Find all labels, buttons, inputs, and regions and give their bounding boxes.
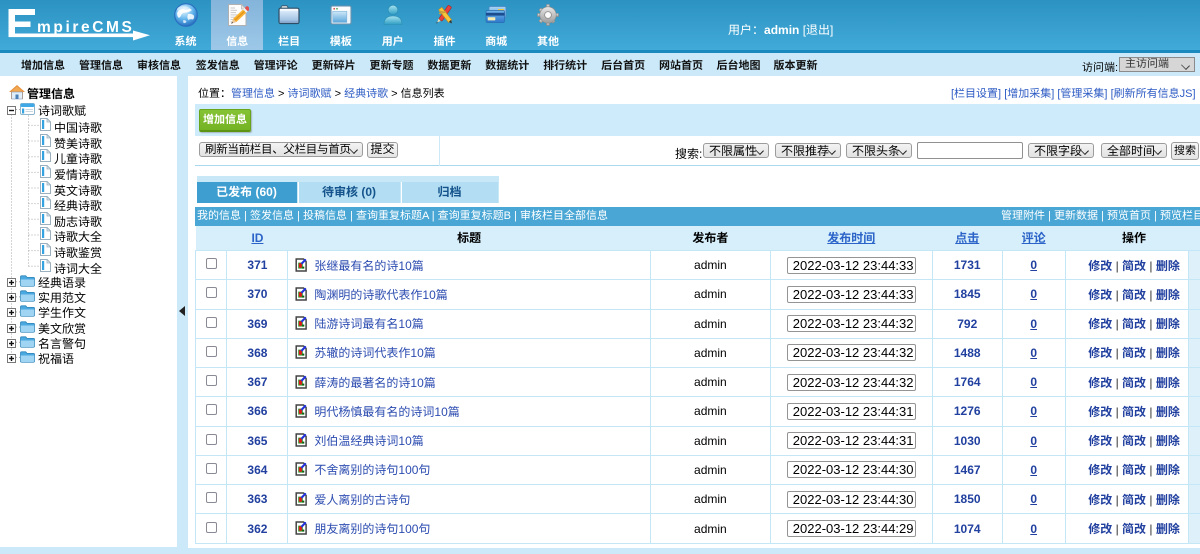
svg-text:mpireCMS: mpireCMS — [37, 19, 134, 36]
